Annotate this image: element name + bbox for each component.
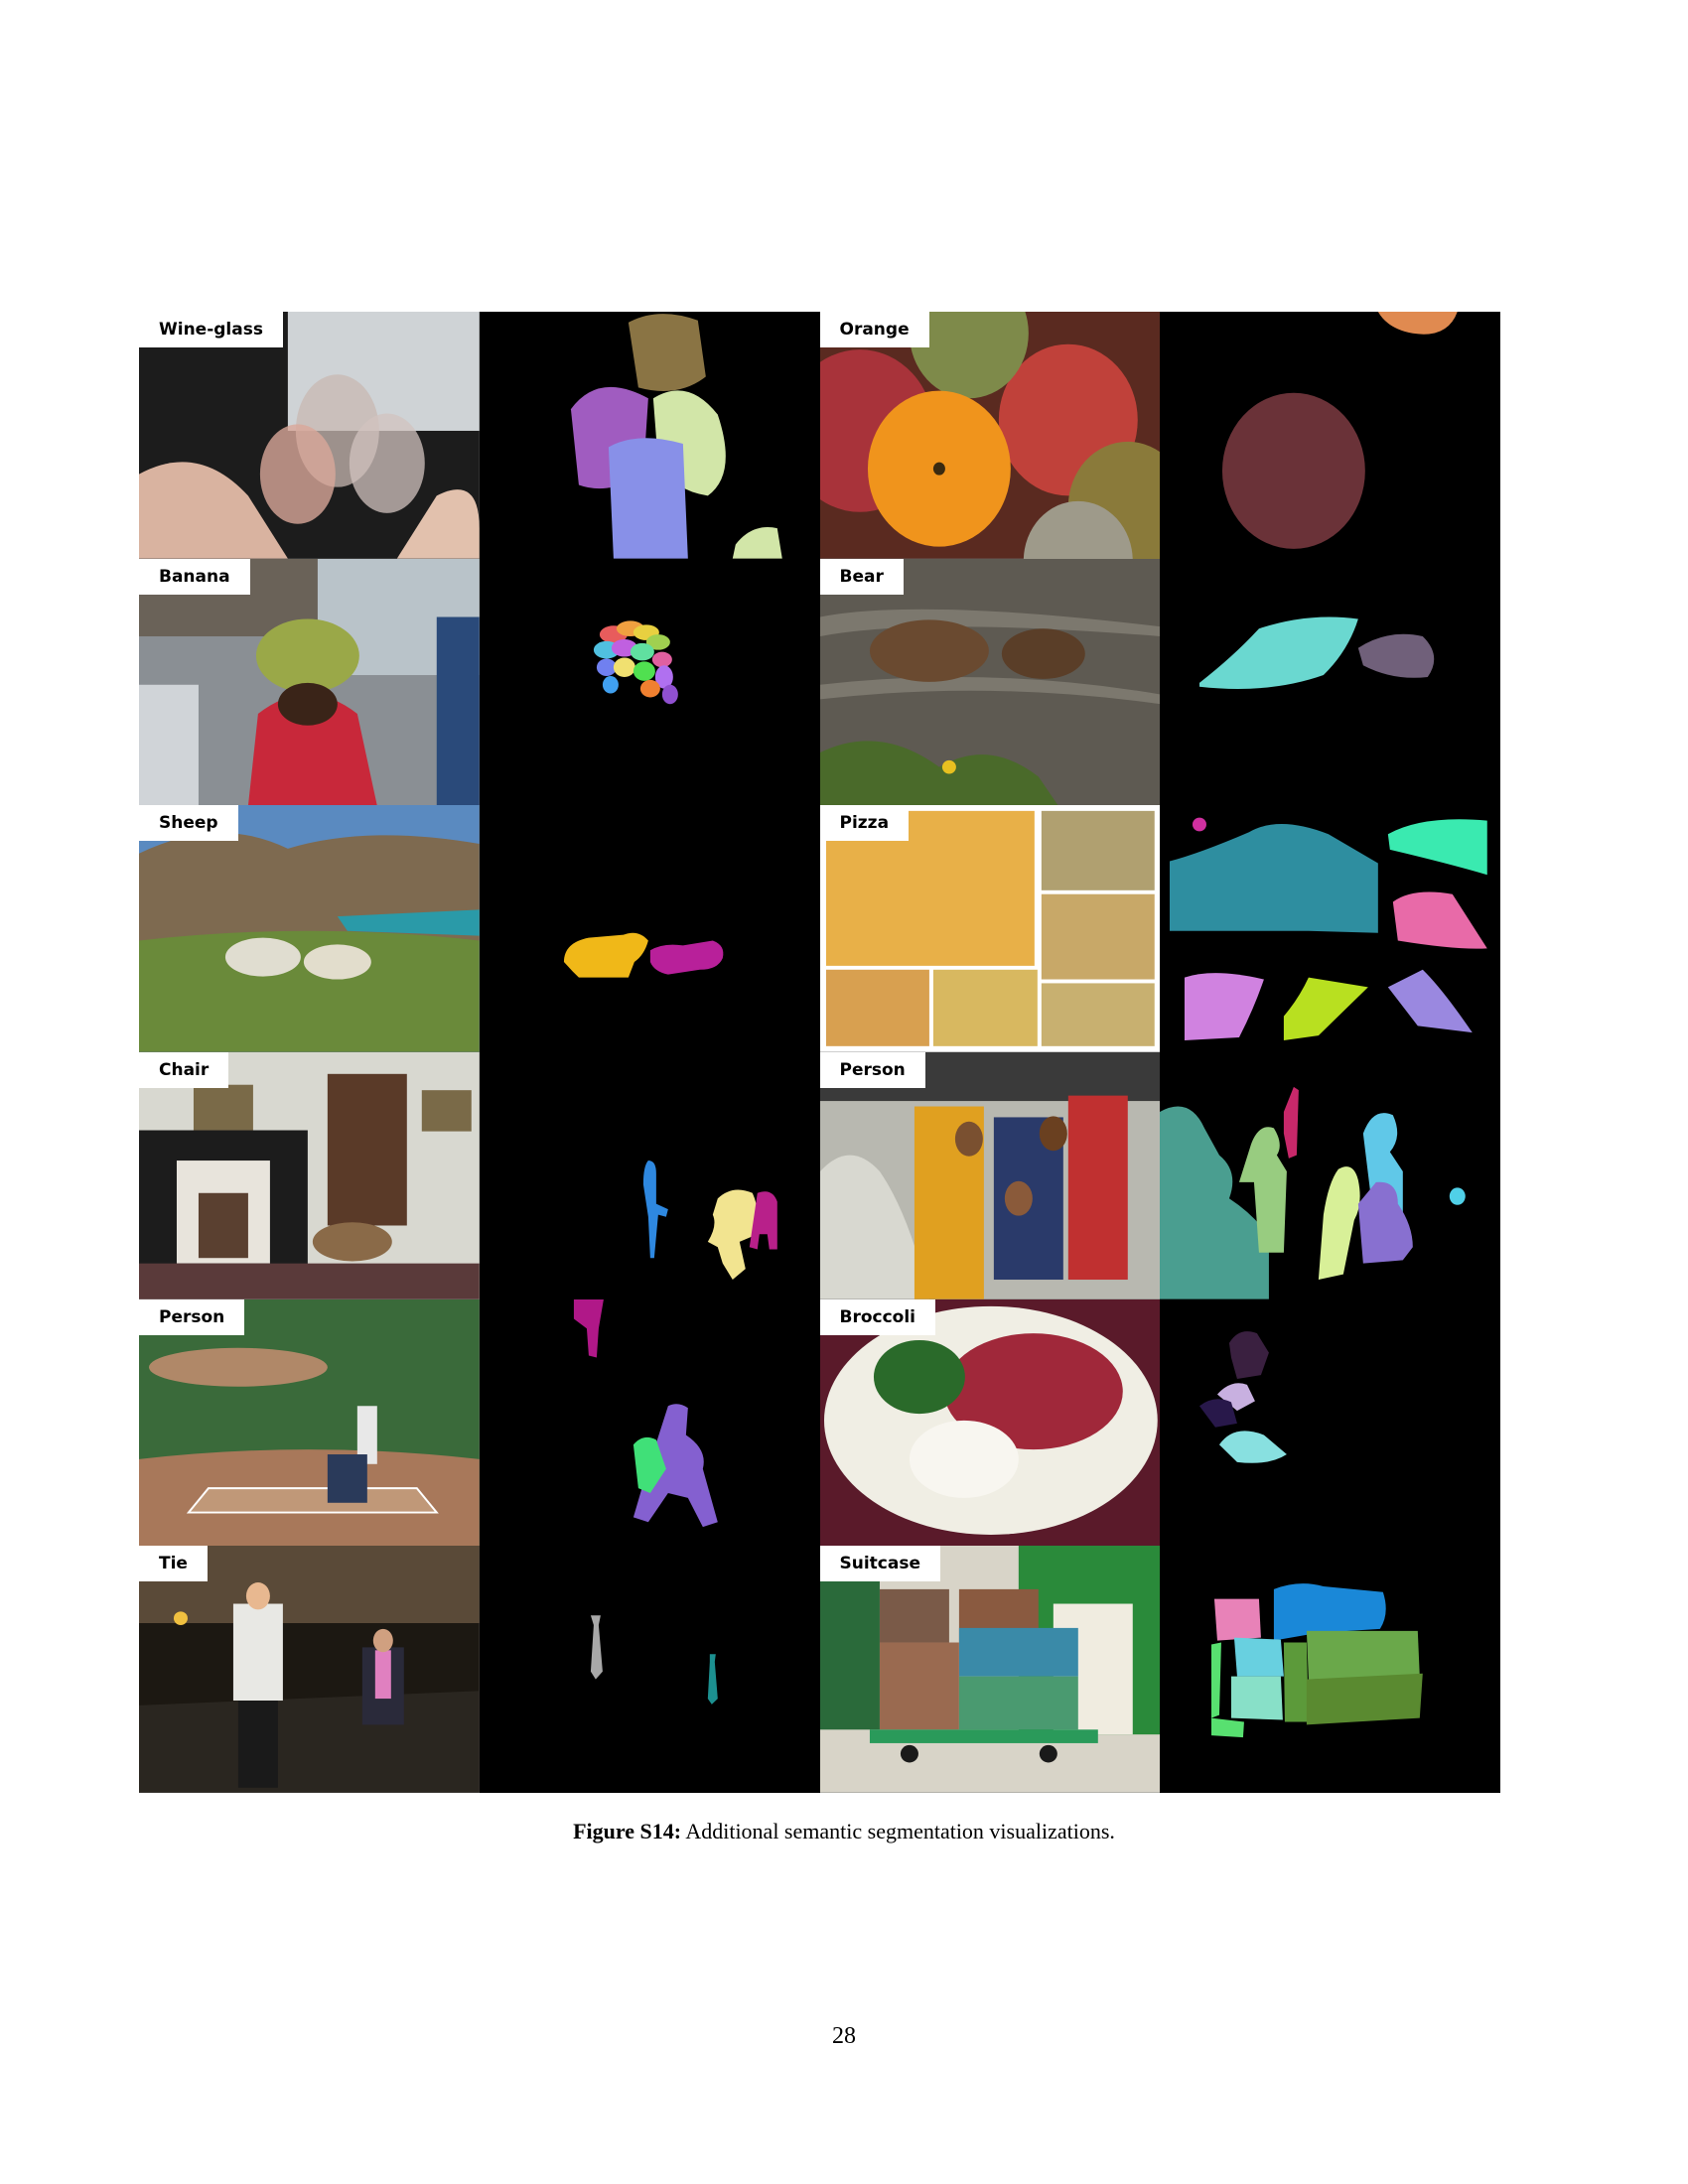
segmentation-figure-grid: Wine-glass Orange Banana Bear Sheep Pizz… xyxy=(139,312,1500,1793)
mask-person-baseball xyxy=(479,1298,820,1547)
photo-suitcase: Suitcase xyxy=(819,1546,1161,1793)
photo-sheep: Sheep xyxy=(139,805,480,1052)
photo-orange: Orange xyxy=(819,312,1161,559)
mask-wine-glass xyxy=(479,312,820,559)
figure-caption: Figure S14: Additional semantic segmenta… xyxy=(0,1819,1688,1844)
photo-person-kids: Person xyxy=(819,1052,1161,1299)
mask-suitcase xyxy=(1160,1546,1500,1793)
mask-broccoli xyxy=(1160,1298,1500,1547)
mask-sheep xyxy=(479,805,820,1052)
photo-broccoli: Broccoli xyxy=(819,1298,1161,1547)
mask-person-kids xyxy=(1160,1052,1500,1299)
caption-text: Additional semantic segmentation visuali… xyxy=(681,1819,1115,1843)
photo-banana: Banana xyxy=(139,558,480,806)
page-number: 28 xyxy=(832,2023,856,2049)
photo-chair: Chair xyxy=(139,1052,480,1299)
category-label: Sheep xyxy=(139,805,238,842)
category-label: Chair xyxy=(139,1052,229,1088)
category-label: Suitcase xyxy=(819,1546,940,1582)
photo-pizza: Pizza xyxy=(819,805,1161,1052)
category-label: Person xyxy=(139,1298,245,1335)
caption-label: Figure S14: xyxy=(573,1819,682,1843)
category-label: Person xyxy=(819,1052,925,1088)
category-label: Orange xyxy=(819,312,929,347)
category-label: Broccoli xyxy=(819,1298,936,1335)
category-label: Banana xyxy=(139,558,250,595)
mask-banana xyxy=(479,558,820,806)
category-label: Bear xyxy=(819,558,904,595)
mask-bear xyxy=(1160,558,1500,806)
photo-bear: Bear xyxy=(819,558,1161,806)
mask-chair xyxy=(479,1052,820,1299)
category-label: Pizza xyxy=(819,805,910,842)
mask-tie xyxy=(479,1546,820,1793)
photo-tie: Tie xyxy=(139,1546,480,1793)
category-label: Wine-glass xyxy=(139,312,283,347)
photo-wine-glass: Wine-glass xyxy=(139,312,480,559)
mask-orange xyxy=(1160,312,1500,559)
photo-person-baseball: Person xyxy=(139,1298,480,1547)
mask-pizza xyxy=(1160,805,1500,1052)
category-label: Tie xyxy=(139,1546,208,1582)
